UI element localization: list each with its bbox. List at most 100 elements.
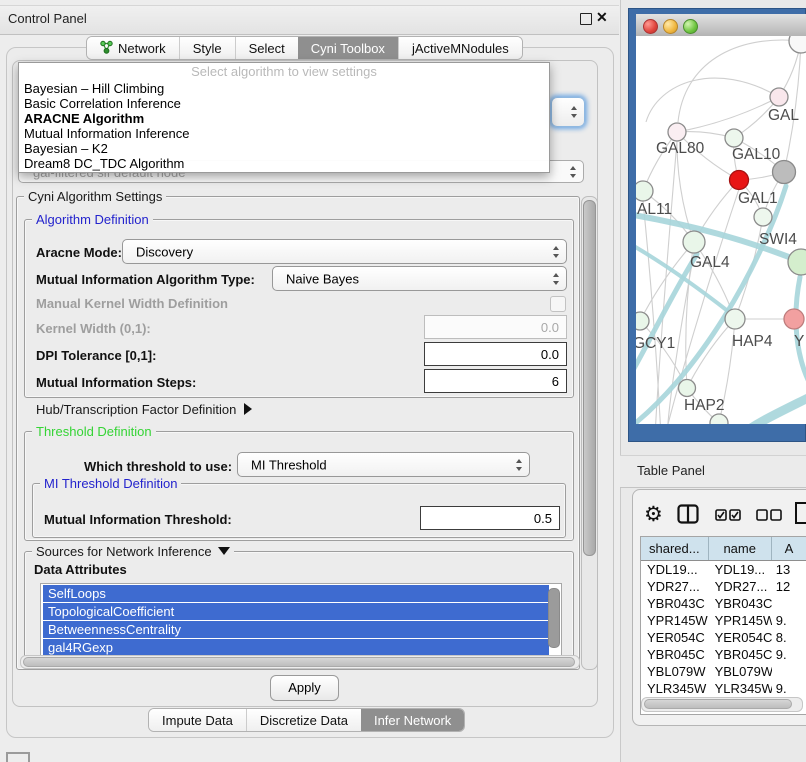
- manual-kernel-checkbox[interactable]: [550, 296, 566, 312]
- tab-infer-network[interactable]: Infer Network: [361, 709, 464, 731]
- hub-definition-toggle[interactable]: Hub/Transcription Factor Definition: [36, 402, 252, 417]
- column-header-shared-name[interactable]: shared...: [641, 537, 709, 560]
- network-node[interactable]: [636, 312, 649, 330]
- tab-style[interactable]: Style: [179, 37, 235, 59]
- table-cell: 9.: [772, 680, 806, 697]
- table-row[interactable]: YBR043CYBR043C: [641, 595, 806, 612]
- table-row[interactable]: YDL19...YDL19...13: [641, 561, 806, 578]
- table-row[interactable]: YPR145WYPR145W9.: [641, 612, 806, 629]
- table-body: YDL19...YDL19...13YDR27...YDR27...12YBR0…: [641, 561, 806, 714]
- table-cell: 12: [772, 578, 806, 595]
- which-threshold-select[interactable]: MI Threshold: [237, 452, 530, 477]
- column-header-partial[interactable]: A: [772, 537, 806, 560]
- settings-horizontal-scrollbar[interactable]: [20, 655, 580, 669]
- attribute-item[interactable]: gal4RGexp: [43, 639, 549, 656]
- network-node[interactable]: [668, 123, 686, 141]
- mi-steps-input[interactable]: [424, 369, 567, 393]
- dropdown-item[interactable]: Basic Correlation Inference: [19, 96, 549, 111]
- scrollbar-thumb[interactable]: [644, 699, 792, 709]
- dropdown-item[interactable]: Bayesian – Hill Climbing: [19, 81, 549, 96]
- mi-threshold-input[interactable]: [420, 506, 560, 530]
- table-row[interactable]: YBR045CYBR045C9.: [641, 646, 806, 663]
- table-row[interactable]: YLR345WYLR345W9.: [641, 680, 806, 697]
- sources-toggle[interactable]: Sources for Network Inference: [32, 544, 234, 559]
- table-cell: 8.: [772, 629, 806, 646]
- settings-vertical-scrollbar[interactable]: [581, 196, 598, 670]
- settings-group-title: Cyni Algorithm Settings: [24, 189, 166, 204]
- attribute-item[interactable]: TopologicalCoefficient: [43, 603, 549, 620]
- scrollbar-thumb[interactable]: [23, 657, 575, 667]
- dropdown-item[interactable]: Mutual Information Inference: [19, 126, 549, 141]
- table-cell: YPR145W: [641, 612, 709, 629]
- node-label: GAL10: [732, 146, 781, 163]
- dpi-tolerance-input[interactable]: [424, 342, 567, 366]
- tab-jactivemnodules[interactable]: jActiveMNodules: [398, 37, 522, 59]
- network-node[interactable]: [773, 161, 796, 184]
- tab-cyni-toolbox[interactable]: Cyni Toolbox: [298, 37, 398, 59]
- network-node[interactable]: [636, 181, 653, 201]
- mi-threshold-title: MI Threshold Definition: [40, 476, 181, 491]
- network-node[interactable]: [730, 171, 749, 190]
- tab-discretize-data[interactable]: Discretize Data: [246, 709, 361, 731]
- table-cell: 13: [772, 561, 806, 578]
- mi-algorithm-type-select[interactable]: Naive Bayes: [272, 266, 567, 291]
- mac-minimize-button[interactable]: [663, 19, 678, 34]
- sources-title: Sources for Network Inference: [36, 544, 212, 559]
- table-cell: YBR045C: [709, 646, 772, 663]
- apply-button[interactable]: Apply: [270, 675, 339, 701]
- network-edge-highlighted: [740, 396, 806, 424]
- network-node[interactable]: [679, 380, 696, 397]
- mac-zoom-button[interactable]: [683, 19, 698, 34]
- table-cell: 9.: [772, 612, 806, 629]
- close-icon[interactable]: ✕: [596, 9, 608, 26]
- table-horizontal-scrollbar[interactable]: [641, 697, 803, 712]
- network-node[interactable]: [725, 129, 743, 147]
- table-header-row: shared... name A: [641, 537, 806, 561]
- tab-select[interactable]: Select: [235, 37, 298, 59]
- control-panel-titlebar[interactable]: [0, 5, 619, 35]
- kernel-width-input[interactable]: [424, 315, 567, 339]
- settings-gear-icon[interactable]: ⚙: [644, 502, 663, 527]
- table-row[interactable]: YBL079WYBL079W: [641, 663, 806, 680]
- mac-close-button[interactable]: [643, 19, 658, 34]
- dropdown-item-selected[interactable]: ARACNE Algorithm: [19, 111, 549, 126]
- data-attributes-list: SelfLoops TopologicalCoefficient Between…: [40, 583, 562, 656]
- tab-network[interactable]: Network: [87, 37, 179, 59]
- new-document-icon[interactable]: [794, 501, 806, 528]
- table-row[interactable]: YER054CYER054C8.: [641, 629, 806, 646]
- control-panel-window: Control Panel ✕ Network Styl: [0, 0, 621, 762]
- network-node[interactable]: [784, 309, 804, 329]
- node-label: GCY1: [636, 335, 675, 352]
- table-cell: YDR27...: [641, 578, 709, 595]
- aracne-mode-select[interactable]: Discovery: [122, 239, 567, 264]
- tab-impute-data[interactable]: Impute Data: [149, 709, 246, 731]
- table-cell: YDR27...: [709, 578, 772, 595]
- minimized-panel-icon[interactable]: [6, 752, 30, 762]
- scrollbar-thumb[interactable]: [583, 200, 596, 556]
- network-node[interactable]: [683, 231, 705, 253]
- network-node[interactable]: [725, 309, 745, 329]
- table-row[interactable]: YDR27...YDR27...12: [641, 578, 806, 595]
- dropdown-item[interactable]: Bayesian – K2: [19, 141, 549, 156]
- algorithm-combo-fragment[interactable]: [551, 97, 585, 127]
- split-view-icon[interactable]: [677, 504, 699, 527]
- attribute-item[interactable]: BetweennessCentrality: [43, 621, 549, 638]
- deselect-all-icon[interactable]: [756, 509, 782, 525]
- float-window-icon[interactable]: [580, 13, 592, 25]
- dropdown-item[interactable]: Dream8 DC_TDC Algorithm: [19, 156, 549, 171]
- network-window-titlebar[interactable]: [636, 14, 806, 37]
- network-node[interactable]: [788, 249, 806, 275]
- combo-arrows-icon: [516, 459, 523, 471]
- select-all-icon[interactable]: [715, 509, 741, 525]
- column-header-name[interactable]: name: [709, 537, 772, 560]
- node-table: shared... name A YDL19...YDL19...13YDR27…: [640, 536, 806, 715]
- attribute-item[interactable]: SelfLoops: [43, 585, 549, 602]
- network-node[interactable]: [789, 36, 806, 53]
- network-canvas[interactable]: GALGAL80GAL10GAL1GAL11SWI4GAL4GCY1HAP4YH…: [636, 36, 806, 424]
- attributes-scrollbar[interactable]: [548, 588, 560, 648]
- network-node[interactable]: [754, 208, 772, 226]
- network-node[interactable]: [710, 414, 728, 424]
- network-node[interactable]: [770, 88, 788, 106]
- table-cell: 9.: [772, 646, 806, 663]
- screen: Control Panel ✕ Network Styl: [0, 0, 806, 762]
